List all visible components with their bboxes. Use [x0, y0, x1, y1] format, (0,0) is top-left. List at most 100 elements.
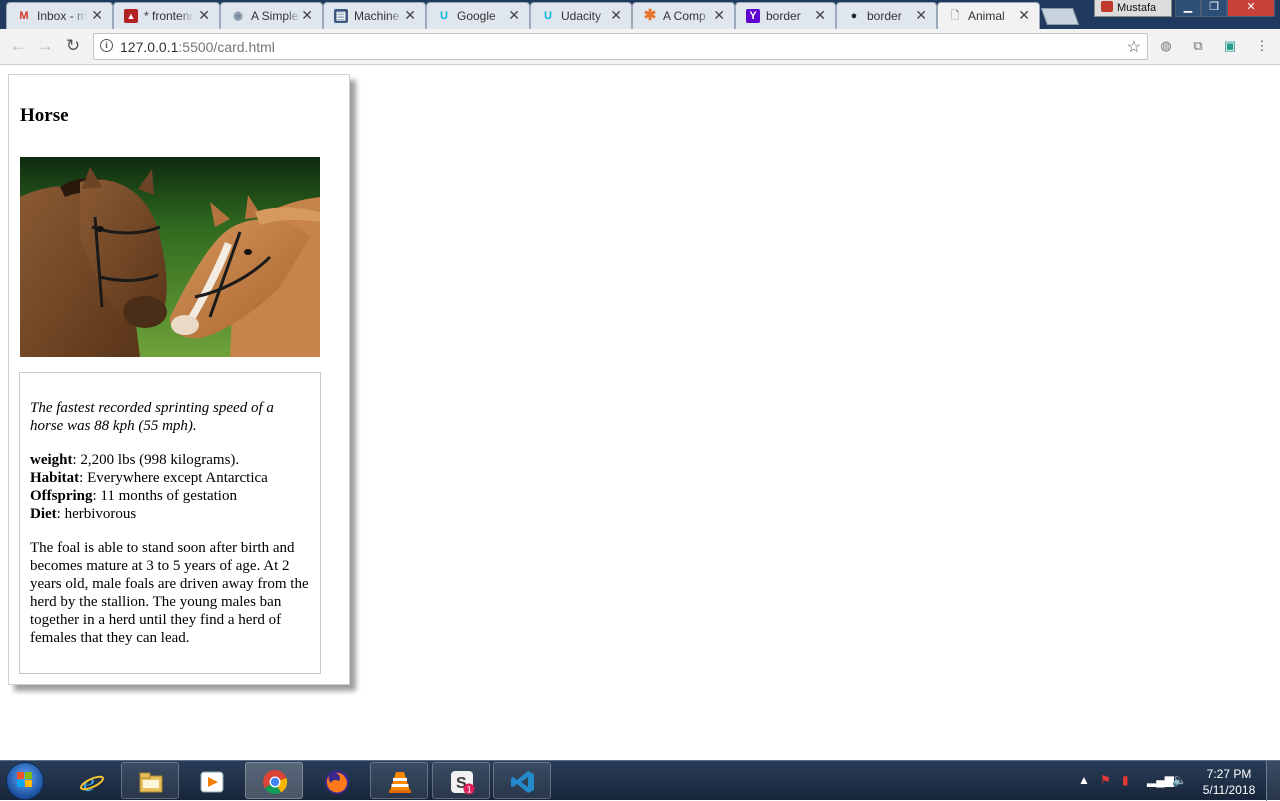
- asterisk-icon: ✱: [643, 7, 657, 24]
- slack-badge: 1: [467, 785, 472, 795]
- menu-icon[interactable]: ⋮: [1254, 38, 1270, 54]
- reload-button[interactable]: ↻: [63, 36, 83, 56]
- close-window-button[interactable]: ✕: [1227, 0, 1275, 17]
- chrome-button[interactable]: [245, 762, 303, 799]
- tab-title: border: [867, 9, 902, 23]
- tab-close-icon[interactable]: ✕: [404, 7, 416, 24]
- file-explorer-button[interactable]: [121, 762, 179, 799]
- url-text[interactable]: 127.0.0.1:5500/card.html: [120, 39, 275, 55]
- horse-image: [20, 157, 320, 357]
- windows-logo-icon: [17, 772, 32, 787]
- card-title: Horse: [20, 105, 69, 126]
- tab-close-icon[interactable]: ✕: [301, 7, 313, 24]
- address-bar[interactable]: i 127.0.0.1:5500/card.html ☆: [93, 33, 1148, 60]
- profile-name: Mustafa: [1117, 2, 1157, 14]
- clock-date: 5/11/2018: [1202, 783, 1256, 797]
- browser-toolbar: ← → ↻ i 127.0.0.1:5500/card.html ☆ ◍ ⧉ ▣…: [0, 29, 1280, 65]
- stat-label: Diet: [30, 506, 57, 522]
- description: The foal is able to stand soon after bir…: [30, 540, 309, 646]
- tab-machine[interactable]: ▤ Machine ✕: [323, 2, 426, 29]
- show-hidden-icons-button[interactable]: ▲: [1078, 773, 1090, 787]
- vscode-button[interactable]: [493, 762, 551, 799]
- tab-close-icon[interactable]: ✕: [198, 7, 210, 24]
- document-icon: ▤: [334, 9, 348, 23]
- vscode-icon: [511, 771, 534, 793]
- tab-close-icon[interactable]: ✕: [508, 7, 520, 24]
- tab-close-icon[interactable]: ✕: [915, 7, 927, 24]
- tab-close-icon[interactable]: ✕: [713, 7, 725, 24]
- action-center-flag-icon[interactable]: ⚑: [1100, 773, 1111, 787]
- volume-icon[interactable]: 🔈: [1172, 773, 1187, 787]
- stat-value: : 11 months of gestation: [92, 488, 237, 504]
- firefox-button[interactable]: [307, 762, 365, 799]
- media-player-icon: [200, 771, 224, 793]
- tab-close-icon[interactable]: ✕: [610, 7, 622, 24]
- tab-title: Inbox - m: [37, 9, 87, 23]
- window-controls: ▁ ❐ ✕: [1175, 0, 1275, 18]
- forward-button[interactable]: →: [35, 36, 55, 56]
- stats-list: weight: 2,200 lbs (998 kilograms). Habit…: [30, 451, 310, 523]
- tab-border-yahoo[interactable]: Y border ✕: [735, 2, 836, 29]
- power-icon[interactable]: ▮: [1122, 773, 1129, 787]
- tab-a-simple[interactable]: ◉ A Simple ✕: [220, 2, 323, 29]
- gmail-icon: M: [19, 10, 29, 22]
- stat-label: Offspring: [30, 488, 93, 504]
- extension-page-icon[interactable]: ⧉: [1190, 38, 1206, 54]
- tab-a-comp[interactable]: ✱ A Comp ✕: [632, 2, 735, 29]
- firefox-icon: [325, 770, 349, 794]
- system-clock[interactable]: 7:27 PM 5/11/2018: [1196, 766, 1262, 798]
- show-desktop-button[interactable]: [1266, 761, 1280, 801]
- card-details: The fastest recorded sprinting speed of …: [19, 372, 321, 674]
- vlc-icon: [389, 772, 411, 793]
- yahoo-icon: Y: [746, 9, 760, 23]
- internet-explorer-button[interactable]: e: [62, 762, 120, 799]
- tab-title: Machine: [354, 9, 400, 23]
- tab-border-bird[interactable]: ● border ✕: [836, 2, 937, 29]
- network-signal-icon[interactable]: ▂▄▆: [1147, 773, 1174, 787]
- chrome-icon: [263, 770, 288, 795]
- extension-sync-icon[interactable]: ◍: [1158, 38, 1174, 54]
- bird-icon: ●: [850, 10, 858, 22]
- taskbar: e S1 ▲ ⚑ ▮ ▂▄▆ 🔈 7:27 PM 5/11/2018: [0, 760, 1280, 801]
- horse-photo-illustration: [20, 157, 320, 357]
- start-button[interactable]: [6, 762, 44, 800]
- tab-title: A Simple: [251, 9, 299, 23]
- tab-title: A Comp: [663, 9, 706, 23]
- tab-inbox[interactable]: M Inbox - m ✕: [6, 2, 113, 29]
- slack-button[interactable]: S1: [432, 762, 490, 799]
- tab-frontend[interactable]: ▲ * frontend ✕: [113, 2, 220, 29]
- page-icon: 🗋: [950, 10, 960, 22]
- tab-animal[interactable]: 🗋 Animal ✕: [937, 2, 1040, 29]
- profile-button[interactable]: Mustafa: [1094, 0, 1172, 17]
- avatar: [1101, 1, 1113, 12]
- clock-time: 7:27 PM: [1206, 767, 1252, 781]
- tab-google[interactable]: U Google ✕: [426, 2, 530, 29]
- minimize-button[interactable]: ▁: [1175, 0, 1201, 17]
- eye-icon: ◉: [233, 10, 243, 22]
- tab-title: * frontend: [144, 9, 194, 23]
- tab-close-icon[interactable]: ✕: [1018, 7, 1030, 24]
- file-explorer-icon: [139, 772, 163, 793]
- generic-red-icon: ▲: [124, 9, 138, 23]
- stat-value: : Everywhere except Antarctica: [79, 470, 268, 486]
- fun-fact: The fastest recorded sprinting speed of …: [30, 400, 274, 434]
- vlc-button[interactable]: [370, 762, 428, 799]
- animal-card: Horse The fastest recorded sprinting spe…: [8, 74, 350, 685]
- tab-udacity[interactable]: U Udacity ✕: [530, 2, 632, 29]
- maximize-button[interactable]: ❐: [1201, 0, 1227, 17]
- tab-close-icon[interactable]: ✕: [814, 7, 826, 24]
- stat-label: Habitat: [30, 470, 80, 486]
- url-path: :5500/card.html: [178, 39, 275, 55]
- tab-close-icon[interactable]: ✕: [91, 7, 103, 24]
- new-tab-button[interactable]: [1040, 8, 1080, 25]
- tab-title: Animal: [968, 9, 1005, 23]
- stat-value: : 2,200 lbs (998 kilograms).: [72, 452, 240, 468]
- url-host: 127.0.0.1: [120, 39, 179, 55]
- media-player-button[interactable]: [182, 762, 240, 799]
- bookmark-star-icon[interactable]: ☆: [1127, 37, 1141, 57]
- extension-screen-icon[interactable]: ▣: [1222, 38, 1238, 54]
- stat-value: : herbivorous: [56, 506, 137, 522]
- tab-title: border: [766, 9, 801, 23]
- back-button[interactable]: ←: [8, 36, 28, 56]
- info-icon[interactable]: i: [100, 39, 113, 52]
